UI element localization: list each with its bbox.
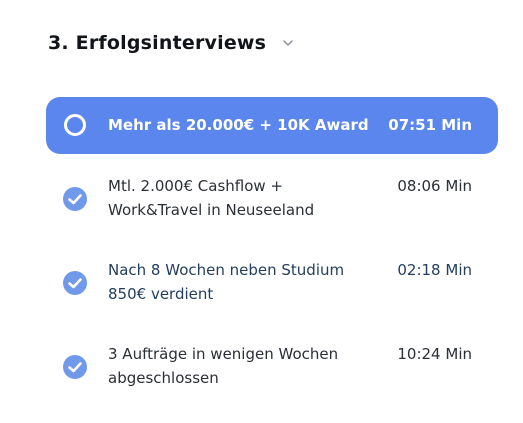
lesson-item[interactable]: 3 Aufträge in wenigen Wochen abgeschloss… (46, 342, 498, 402)
lesson-item[interactable]: Mtl. 2.000€ Cashflow + Work&Travel in Ne… (46, 174, 498, 234)
lesson-duration: 08:06 Min (397, 177, 472, 195)
lesson-duration: 07:51 Min (388, 116, 472, 134)
check-circle-icon (63, 271, 87, 295)
check-circle-icon (63, 187, 87, 211)
lesson-item[interactable]: Nach 8 Wochen neben Studium 850€ verdien… (46, 258, 498, 318)
lesson-title: Mtl. 2.000€ Cashflow + Work&Travel in Ne… (108, 177, 315, 219)
lesson-title: 3 Aufträge in wenigen Wochen abgeschloss… (108, 345, 339, 387)
check-circle-icon (63, 355, 87, 379)
lesson-title: Mehr als 20.000€ + 10K Award (108, 116, 369, 134)
lesson-duration: 10:24 Min (397, 345, 472, 363)
loading-ring-icon (64, 114, 86, 136)
section-header[interactable]: 3. Erfolgsinterviews (48, 32, 294, 54)
lesson-item-active[interactable]: Mehr als 20.000€ + 10K Award 07:51 Min (46, 97, 498, 154)
chevron-down-icon[interactable] (282, 37, 294, 49)
section-title: 3. Erfolgsinterviews (48, 32, 267, 54)
lesson-title: Nach 8 Wochen neben Studium 850€ verdien… (108, 261, 345, 303)
lesson-duration: 02:18 Min (397, 261, 472, 279)
